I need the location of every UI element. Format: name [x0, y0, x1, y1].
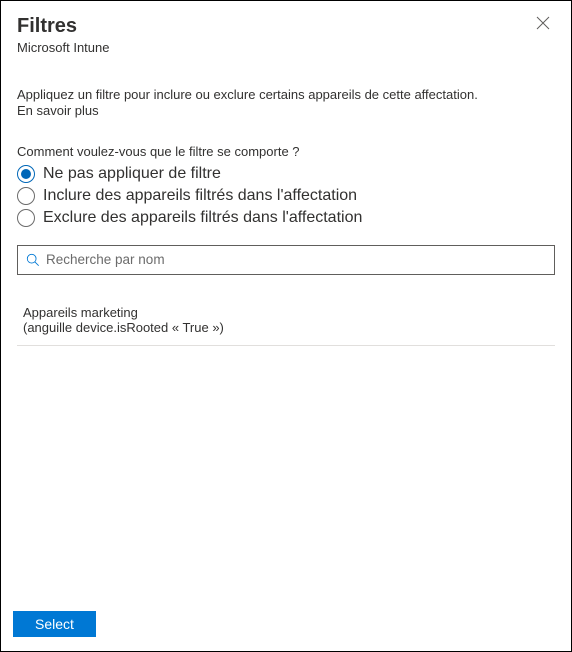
- behavior-question: Comment voulez-vous que le filtre se com…: [17, 144, 555, 159]
- list-item-detail: (anguille device.isRooted « True »): [23, 320, 549, 335]
- radio-option-exclude[interactable]: Exclure des appareils filtrés dans l'aff…: [17, 209, 555, 227]
- radio-icon: [17, 165, 35, 183]
- radio-label: Ne pas appliquer de filtre: [43, 165, 221, 183]
- scroll-area: Comment voulez-vous que le filtre se com…: [1, 144, 571, 602]
- description-text: Appliquez un filtre pour inclure ou excl…: [17, 87, 478, 102]
- close-icon: [536, 16, 550, 35]
- select-button[interactable]: Select: [13, 611, 96, 637]
- radio-option-none[interactable]: Ne pas appliquer de filtre: [17, 165, 555, 183]
- description-block: Appliquez un filtre pour inclure ou excl…: [1, 59, 571, 120]
- panel-footer: Select: [1, 601, 571, 651]
- search-box[interactable]: [17, 245, 555, 275]
- search-icon: [26, 253, 40, 267]
- filter-list: Appareils marketing (anguille device.isR…: [17, 303, 555, 346]
- radio-label: Inclure des appareils filtrés dans l'aff…: [43, 187, 357, 205]
- list-item[interactable]: Appareils marketing (anguille device.isR…: [17, 303, 555, 346]
- behavior-radio-group: Ne pas appliquer de filtre Inclure des a…: [17, 165, 555, 227]
- list-item-name: Appareils marketing: [23, 305, 549, 320]
- filters-panel: Filtres Microsoft Intune Appliquez un fi…: [0, 0, 572, 652]
- radio-label: Exclure des appareils filtrés dans l'aff…: [43, 209, 362, 227]
- panel-title: Filtres: [17, 15, 555, 38]
- close-button[interactable]: [533, 15, 553, 35]
- search-input[interactable]: [46, 252, 546, 267]
- learn-more-link[interactable]: En savoir plus: [17, 103, 99, 118]
- radio-option-include[interactable]: Inclure des appareils filtrés dans l'aff…: [17, 187, 555, 205]
- panel-subtitle: Microsoft Intune: [17, 40, 555, 55]
- radio-icon: [17, 187, 35, 205]
- panel-header: Filtres Microsoft Intune: [1, 1, 571, 59]
- radio-icon: [17, 209, 35, 227]
